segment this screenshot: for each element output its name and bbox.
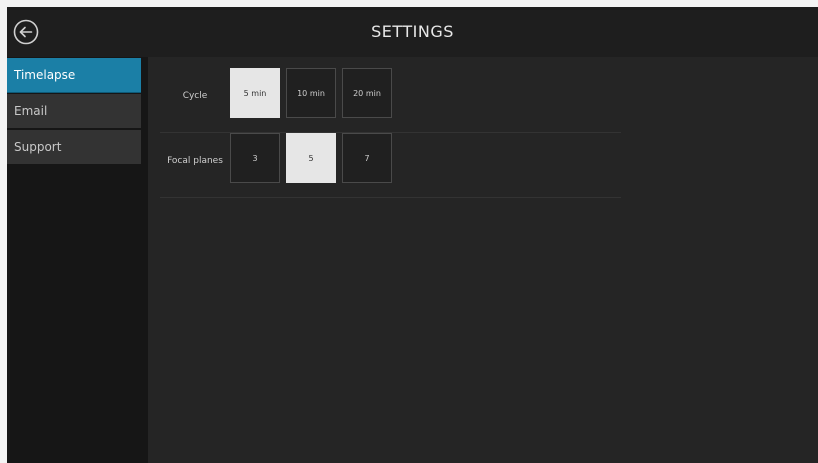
focal-planes-option-3[interactable]: 3: [230, 133, 280, 183]
page-title: SETTINGS: [371, 22, 454, 41]
cycle-option-10-min[interactable]: 10 min: [286, 68, 336, 118]
option-label: 3: [252, 154, 258, 163]
option-label: 5: [308, 154, 314, 163]
cycle-setting-row: Cycle 5 min 10 min 20 min: [160, 68, 621, 133]
cycle-label: Cycle: [182, 91, 208, 101]
back-button[interactable]: [13, 19, 39, 45]
cycle-option-20-min[interactable]: 20 min: [342, 68, 392, 118]
back-arrow-circle-icon: [13, 19, 39, 45]
sidebar-item-email[interactable]: Email: [7, 94, 141, 128]
option-label: 10 min: [297, 89, 325, 98]
sidebar-item-label: Email: [14, 104, 48, 118]
sidebar-item-label: Timelapse: [14, 68, 76, 82]
sidebar-item-label: Support: [14, 140, 62, 154]
sidebar-item-timelapse[interactable]: Timelapse: [7, 58, 141, 93]
option-label: 7: [364, 154, 370, 163]
app-window: SETTINGS Timelapse Email Support Cycle 5…: [7, 7, 818, 463]
sidebar-item-support[interactable]: Support: [7, 130, 141, 164]
focal-planes-option-5[interactable]: 5: [286, 133, 336, 183]
settings-panel: Cycle 5 min 10 min 20 min Focal planes 3…: [148, 57, 818, 463]
header-bar: SETTINGS: [7, 7, 818, 57]
focal-planes-setting-row: Focal planes 3 5 7: [160, 133, 621, 198]
sidebar: Timelapse Email Support: [7, 57, 148, 463]
option-label: 5 min: [243, 89, 267, 98]
focal-planes-label: Focal planes: [167, 156, 223, 166]
cycle-option-5-min[interactable]: 5 min: [230, 68, 280, 118]
focal-planes-option-7[interactable]: 7: [342, 133, 392, 183]
option-label: 20 min: [353, 89, 381, 98]
